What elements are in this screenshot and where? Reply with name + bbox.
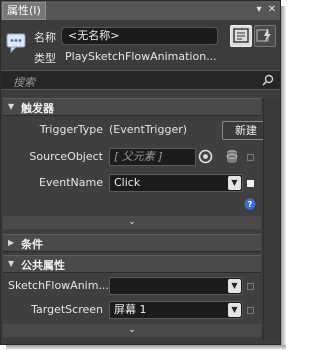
- name-label: 名称: [34, 31, 56, 44]
- trigger-type-value: (EventTrigger): [109, 123, 188, 136]
- section-header-conditions[interactable]: ▶ 条件: [3, 234, 261, 252]
- advanced-options-marker[interactable]: [247, 283, 254, 290]
- svg-text:?: ?: [248, 200, 253, 209]
- properties-view-button[interactable]: [230, 25, 252, 47]
- animation-label: SketchFlowAnim...: [8, 279, 109, 292]
- help-icon[interactable]: ?: [244, 198, 256, 210]
- event-name-value: Click: [114, 176, 141, 189]
- section-title-triggers: 触发器: [21, 102, 54, 115]
- section-header-triggers[interactable]: ▼ 触发器: [3, 98, 261, 116]
- search-icon[interactable]: [262, 74, 274, 86]
- name-field[interactable]: <无名称>: [61, 27, 218, 45]
- search-bar[interactable]: 搜索: [1, 70, 280, 90]
- panel-titlebar: 属性(I) ▾ ✕: [1, 1, 280, 20]
- expand-more-triggers[interactable]: ⌄: [3, 216, 261, 229]
- lightning-icon: [256, 28, 271, 43]
- source-object-field[interactable]: [ 父元素 ]: [109, 148, 196, 166]
- expand-more-common[interactable]: ⌄: [3, 324, 261, 337]
- panel-title-tab[interactable]: 属性(I): [2, 2, 46, 20]
- expand-arrow-icon[interactable]: ▼: [8, 259, 14, 268]
- advanced-options-marker[interactable]: [247, 180, 254, 187]
- type-value: PlaySketchFlowAnimation...: [65, 50, 217, 63]
- event-name-label: EventName: [39, 176, 103, 189]
- target-screen-value: 屏幕 1: [114, 303, 147, 316]
- chevron-down-icon[interactable]: ▼: [228, 303, 241, 317]
- properties-panel: 属性(I) ▾ ✕ 名称 <无名称> 类型 PlaySketchFlowAnim…: [0, 0, 281, 345]
- chevron-down-icon[interactable]: ▼: [228, 176, 241, 190]
- chevron-double-down-icon[interactable]: ⌄: [128, 217, 136, 227]
- advanced-options-marker[interactable]: [247, 154, 254, 161]
- search-input[interactable]: 搜索: [13, 74, 35, 90]
- animation-dropdown[interactable]: ▼: [109, 277, 243, 295]
- advanced-options-marker[interactable]: [247, 307, 254, 314]
- trigger-type-label: TriggerType: [39, 123, 103, 136]
- type-label: 类型: [34, 52, 56, 65]
- events-view-button[interactable]: [254, 25, 276, 47]
- target-screen-label: TargetScreen: [31, 303, 103, 316]
- window-shadow-right: [281, 6, 286, 350]
- data-source-icon[interactable]: [226, 149, 238, 164]
- close-icon[interactable]: ✕: [266, 4, 278, 16]
- source-object-label: SourceObject: [29, 150, 103, 163]
- vertical-scrollbar[interactable]: [263, 98, 280, 340]
- collapse-arrow-icon[interactable]: ▶: [8, 238, 14, 247]
- artboard-picker-icon[interactable]: [198, 149, 213, 164]
- target-screen-dropdown[interactable]: 屏幕 1 ▼: [109, 301, 243, 319]
- object-type-icon: [6, 33, 26, 53]
- chevron-down-icon[interactable]: ▼: [228, 279, 241, 293]
- section-header-common[interactable]: ▼ 公共属性: [3, 255, 261, 273]
- expand-arrow-icon[interactable]: ▼: [8, 102, 14, 111]
- event-name-dropdown[interactable]: Click ▼: [109, 174, 243, 192]
- chevron-double-down-icon[interactable]: ⌄: [128, 325, 136, 335]
- section-title-common: 公共属性: [21, 259, 65, 272]
- section-title-conditions: 条件: [21, 238, 43, 251]
- pin-dropdown-icon[interactable]: ▾: [253, 4, 265, 16]
- window-shadow-bottom: [6, 345, 286, 350]
- properties-view-icon: [233, 28, 249, 43]
